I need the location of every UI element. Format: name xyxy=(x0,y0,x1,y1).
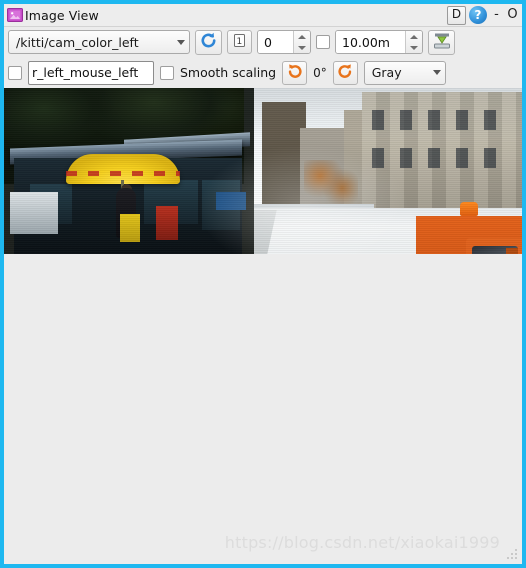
range-spinbox[interactable]: 10.00m xyxy=(335,30,423,54)
chevron-down-icon xyxy=(432,70,441,75)
refresh-button[interactable] xyxy=(195,29,222,55)
toolbar-top: /kitti/cam_color_left 1 0 10.00m xyxy=(4,27,522,57)
smooth-scaling-checkbox[interactable] xyxy=(160,65,174,80)
queue-size-button[interactable]: 1 xyxy=(227,30,252,54)
empty-panel-area: https://blog.csdn.net/xiaokai1999 xyxy=(4,254,522,564)
publish-checkbox[interactable] xyxy=(8,65,22,80)
chevron-down-icon xyxy=(177,39,185,45)
colormap-combo-value: Gray xyxy=(371,65,402,80)
mouse-topic-input[interactable]: r_left_mouse_left xyxy=(28,60,154,85)
index-spinbox-down[interactable] xyxy=(294,42,310,53)
rotation-label: 0° xyxy=(313,65,327,80)
queue-size-icon: 1 xyxy=(232,33,247,51)
blue-signage xyxy=(216,192,246,210)
arrow-up-icon xyxy=(298,34,306,39)
window-pane xyxy=(484,148,496,168)
camera-image xyxy=(4,88,522,254)
window-pane xyxy=(372,148,384,168)
watermark-text: https://blog.csdn.net/xiaokai1999 xyxy=(224,533,500,552)
rotate-counterclockwise-icon xyxy=(287,63,303,82)
help-icon[interactable]: ? xyxy=(469,6,487,24)
maximize-button[interactable]: O xyxy=(506,6,519,24)
save-image-button[interactable] xyxy=(428,29,455,55)
save-image-icon xyxy=(433,32,451,53)
window-pane xyxy=(400,110,412,130)
window-title: Image View xyxy=(25,7,99,23)
window-pane xyxy=(372,110,384,130)
arrow-down-icon xyxy=(410,45,418,50)
index-spinbox-value: 0 xyxy=(258,31,293,53)
topic-combo-value: /kitti/cam_color_left xyxy=(16,34,139,50)
window-pane xyxy=(456,148,468,168)
arrow-down-icon xyxy=(298,45,306,50)
topic-combo[interactable]: /kitti/cam_color_left xyxy=(8,30,190,54)
smooth-scaling-option[interactable]: Smooth scaling xyxy=(160,65,276,80)
red-vending-box xyxy=(156,206,178,240)
index-spinbox-arrows[interactable] xyxy=(293,31,310,53)
colormap-combo[interactable]: Gray xyxy=(363,60,446,85)
index-spinbox-up[interactable] xyxy=(294,31,310,42)
range-spinbox-arrows[interactable] xyxy=(405,31,422,53)
smooth-scaling-label: Smooth scaling xyxy=(180,65,277,80)
toolbar-bottom: r_left_mouse_left Smooth scaling 0° Gray xyxy=(4,57,522,88)
range-spinbox-value: 10.00m xyxy=(336,31,405,53)
window-pane xyxy=(456,110,468,130)
window-pane xyxy=(400,148,412,168)
window-pane xyxy=(428,110,440,130)
minimize-button[interactable]: - xyxy=(490,6,503,24)
index-spinbox[interactable]: 0 xyxy=(257,30,311,54)
range-spinbox-up[interactable] xyxy=(406,31,422,42)
window-pane xyxy=(428,148,440,168)
refresh-icon xyxy=(200,32,217,52)
range-checkbox[interactable] xyxy=(316,35,330,49)
yellow-vending-box xyxy=(120,214,140,242)
window-pane xyxy=(484,110,496,130)
van-beacon-light xyxy=(460,202,478,216)
resize-grip-icon[interactable] xyxy=(506,548,519,561)
image-display-canvas[interactable] xyxy=(4,88,522,254)
detach-button[interactable]: D xyxy=(447,5,466,25)
range-spinbox-down[interactable] xyxy=(406,42,422,53)
rotate-clockwise-button[interactable] xyxy=(332,60,358,85)
arrow-up-icon xyxy=(410,34,418,39)
svg-text:1: 1 xyxy=(237,37,243,47)
title-bar-controls: D ? - O xyxy=(447,5,520,25)
white-vehicle-left xyxy=(10,192,58,234)
rotate-clockwise-icon xyxy=(337,63,353,82)
image-view-window: Image View D ? - O /kitti/cam_color_left xyxy=(0,0,526,568)
rotate-counterclockwise-button[interactable] xyxy=(282,60,308,85)
image-view-icon xyxy=(7,7,23,23)
title-bar: Image View D ? - O xyxy=(4,4,522,27)
building-right xyxy=(362,92,522,222)
